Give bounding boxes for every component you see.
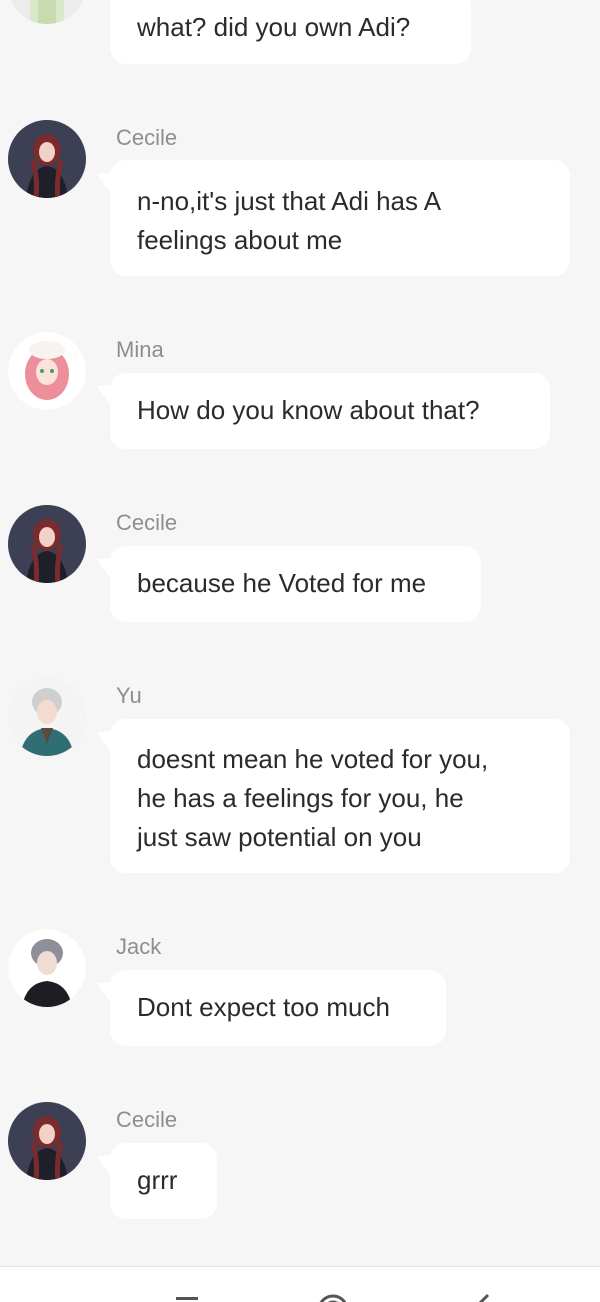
system-nav-bar bbox=[0, 1266, 600, 1302]
message-bubble[interactable]: because he Voted for me bbox=[110, 546, 481, 622]
message-bubble[interactable]: n-no,it's just that Adi has A feelings a… bbox=[110, 160, 570, 276]
mina-avatar[interactable] bbox=[8, 332, 86, 410]
message-bubble[interactable]: grrr bbox=[110, 1143, 217, 1219]
yu-avatar[interactable] bbox=[8, 678, 86, 756]
message-bubble[interactable]: what? did you own Adi? bbox=[110, 0, 471, 64]
chat-thread[interactable]: what? did you own Adi? Cecile n-no,it's … bbox=[0, 0, 600, 1266]
message-bubble[interactable]: doesnt mean he voted for you, he has a f… bbox=[110, 719, 570, 873]
sender-name: Jack bbox=[116, 934, 162, 959]
sender-name: Cecile bbox=[116, 1107, 178, 1132]
anon-avatar[interactable] bbox=[8, 0, 86, 24]
cecile-avatar[interactable] bbox=[8, 505, 86, 583]
sender-name: Yu bbox=[116, 683, 142, 708]
sender-name: Mina bbox=[116, 337, 164, 362]
message-bubble[interactable]: How do you know about that? bbox=[110, 373, 550, 449]
sender-name: Cecile bbox=[116, 125, 178, 150]
cecile-avatar[interactable] bbox=[8, 120, 86, 198]
jack-avatar[interactable] bbox=[8, 929, 86, 1007]
message-bubble[interactable]: Dont expect too much bbox=[110, 970, 446, 1046]
cecile-avatar[interactable] bbox=[8, 1102, 86, 1180]
sender-name: Cecile bbox=[116, 510, 178, 535]
